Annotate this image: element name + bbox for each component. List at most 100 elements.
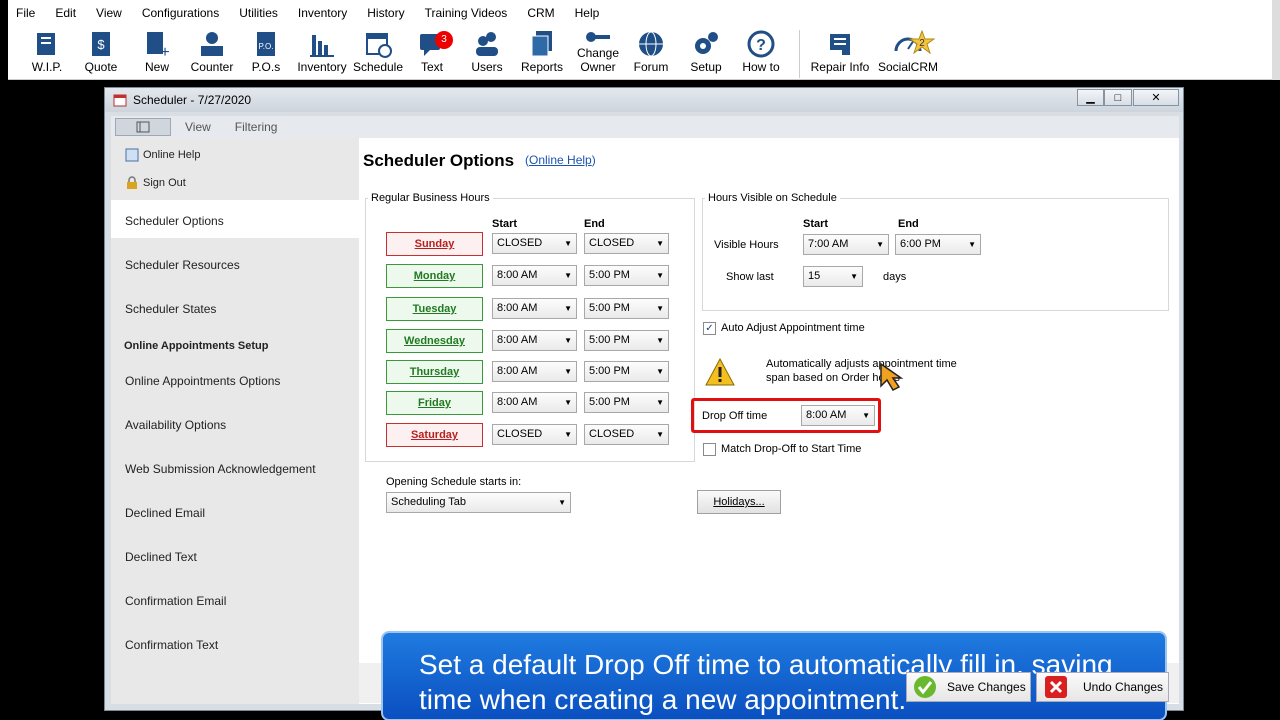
quote-icon: $ (72, 28, 130, 60)
online-help-link[interactable]: Online Help (125, 148, 200, 162)
toolbar-divider (799, 30, 800, 78)
end-select-friday[interactable]: 5:00 PM ▼ (584, 392, 669, 413)
start-select-wednesday[interactable]: 8:00 AM ▼ (492, 330, 577, 351)
sidebar-item-declined-text[interactable]: Declined Text (125, 550, 197, 564)
end-select-sunday[interactable]: CLOSED ▼ (584, 233, 669, 254)
reports-button[interactable]: Reports (513, 28, 571, 74)
start-select-tuesday[interactable]: 8:00 AM ▼ (492, 298, 577, 319)
day-label-friday[interactable]: Friday (386, 391, 483, 415)
auto-adjust-label: Auto Adjust Appointment time (721, 322, 865, 334)
start-select-sunday[interactable]: CLOSED ▼ (492, 233, 577, 254)
maximize-button[interactable]: □ (1104, 89, 1132, 106)
day-label-tuesday[interactable]: Tuesday (386, 297, 483, 321)
chevron-down-icon: ▼ (656, 398, 664, 407)
day-label-sunday[interactable]: Sunday (386, 232, 483, 256)
howto-button[interactable]: ? How to (732, 28, 790, 74)
chevron-down-icon: ▼ (876, 240, 884, 249)
sidebar-item-confirmation-text[interactable]: Confirmation Text (125, 638, 218, 652)
sidebar-item-availability-options[interactable]: Availability Options (125, 418, 226, 432)
opening-schedule-select[interactable]: Scheduling Tab ▼ (386, 492, 571, 513)
start-select-saturday[interactable]: CLOSED ▼ (492, 424, 577, 445)
sidebar-item-scheduler-options[interactable]: Scheduler Options (125, 214, 224, 228)
change-owner-button[interactable]: Change Owner (568, 28, 628, 74)
chat-icon (403, 28, 461, 60)
menu-crm[interactable]: CRM (527, 6, 554, 20)
text-badge: 3 (435, 31, 453, 49)
menu-view[interactable]: View (96, 6, 122, 20)
end-select-tuesday[interactable]: 5:00 PM ▼ (584, 298, 669, 319)
start-select-thursday[interactable]: 8:00 AM ▼ (492, 361, 577, 382)
day-label-monday[interactable]: Monday (386, 264, 483, 288)
tab-filtering[interactable]: Filtering (235, 120, 278, 134)
save-changes-button[interactable]: Save Changes (906, 672, 1031, 702)
menu-utilities[interactable]: Utilities (239, 6, 278, 20)
tab-view[interactable]: View (185, 120, 211, 134)
wip-icon (18, 28, 76, 60)
sidebar-item-scheduler-states[interactable]: Scheduler States (125, 302, 216, 316)
sidebar-item-online-appointments-options[interactable]: Online Appointments Options (125, 374, 280, 388)
start-select-friday[interactable]: 8:00 AM ▼ (492, 392, 577, 413)
checkmark-icon (914, 676, 936, 698)
sidebar-item-scheduler-resources[interactable]: Scheduler Resources (125, 258, 240, 272)
inventory-button[interactable]: Inventory (293, 28, 351, 74)
day-label-thursday[interactable]: Thursday (386, 360, 483, 384)
menu-inventory[interactable]: Inventory (298, 6, 347, 20)
svg-text:$: $ (97, 37, 105, 52)
close-button[interactable]: ✕ (1133, 89, 1179, 106)
menu-configurations[interactable]: Configurations (142, 6, 219, 20)
users-icon (458, 28, 516, 60)
end-select-monday[interactable]: 5:00 PM ▼ (584, 265, 669, 286)
drop-off-select[interactable]: 8:00 AM ▼ (801, 405, 875, 426)
socialcrm-button[interactable]: SocialCRM 2 (876, 28, 940, 74)
undo-changes-button[interactable]: Undo Changes (1036, 672, 1169, 702)
scrollbar[interactable] (1272, 0, 1280, 80)
visible-hours-legend: Hours Visible on Schedule (705, 192, 840, 204)
show-last-select[interactable]: 15 ▼ (803, 266, 863, 287)
sign-out-link[interactable]: Sign Out (125, 176, 186, 190)
online-help-link-main[interactable]: (Online Help) (525, 153, 596, 167)
drop-off-label: Drop Off time (702, 410, 768, 422)
sidebar-section-header: Online Appointments Setup (124, 340, 269, 352)
sidebar-item-confirmation-email[interactable]: Confirmation Email (125, 594, 226, 608)
end-select-thursday[interactable]: 5:00 PM ▼ (584, 361, 669, 382)
calendar-icon (349, 28, 407, 60)
end-select-wednesday[interactable]: 5:00 PM ▼ (584, 330, 669, 351)
window-title: Scheduler - 7/27/2020 (133, 93, 252, 107)
start-select-monday[interactable]: 8:00 AM ▼ (492, 265, 577, 286)
text-button[interactable]: Text 3 (403, 28, 461, 74)
visible-hours-label: Visible Hours (714, 239, 779, 251)
day-label-wednesday[interactable]: Wednesday (386, 329, 483, 353)
match-dropoff-checkbox[interactable] (703, 443, 716, 456)
sidebar-item-declined-email[interactable]: Declined Email (125, 506, 205, 520)
menu-file[interactable]: File (16, 6, 35, 20)
holidays-button[interactable]: Holidays... (697, 490, 781, 514)
new-button[interactable]: + New (128, 28, 186, 74)
app-menu-button[interactable] (115, 118, 171, 136)
minimize-button[interactable]: ▁ (1077, 89, 1104, 106)
auto-adjust-checkbox[interactable]: ✓ (703, 322, 716, 335)
schedule-button[interactable]: Schedule (349, 28, 407, 74)
visible-end-select[interactable]: 6:00 PM ▼ (895, 234, 981, 255)
wip-button[interactable]: W.I.P. (18, 28, 76, 74)
quote-button[interactable]: $ Quote (72, 28, 130, 74)
setup-button[interactable]: Setup (677, 28, 735, 74)
chevron-down-icon: ▼ (558, 498, 566, 507)
counter-button[interactable]: Counter (183, 28, 241, 74)
end-select-saturday[interactable]: CLOSED ▼ (584, 424, 669, 445)
pos-button[interactable]: P.O. P.O.s (237, 28, 295, 74)
users-button[interactable]: Users (458, 28, 516, 74)
svg-text:?: ? (756, 37, 766, 54)
menu-edit[interactable]: Edit (55, 6, 76, 20)
reports-icon (513, 28, 571, 60)
opening-schedule-label: Opening Schedule starts in: (386, 476, 522, 488)
menu-help[interactable]: Help (575, 6, 600, 20)
menu-history[interactable]: History (367, 6, 404, 20)
forum-button[interactable]: Forum (622, 28, 680, 74)
menu-training-videos[interactable]: Training Videos (425, 6, 508, 20)
day-label-saturday[interactable]: Saturday (386, 423, 483, 447)
cursor-icon (880, 362, 904, 391)
auto-adjust-description: Automatically adjusts appointment time s… (766, 358, 957, 384)
repair-info-button[interactable]: Repair Info (808, 28, 872, 74)
visible-start-select[interactable]: 7:00 AM ▼ (803, 234, 889, 255)
sidebar-item-web-submission[interactable]: Web Submission Acknowledgement (125, 462, 316, 476)
